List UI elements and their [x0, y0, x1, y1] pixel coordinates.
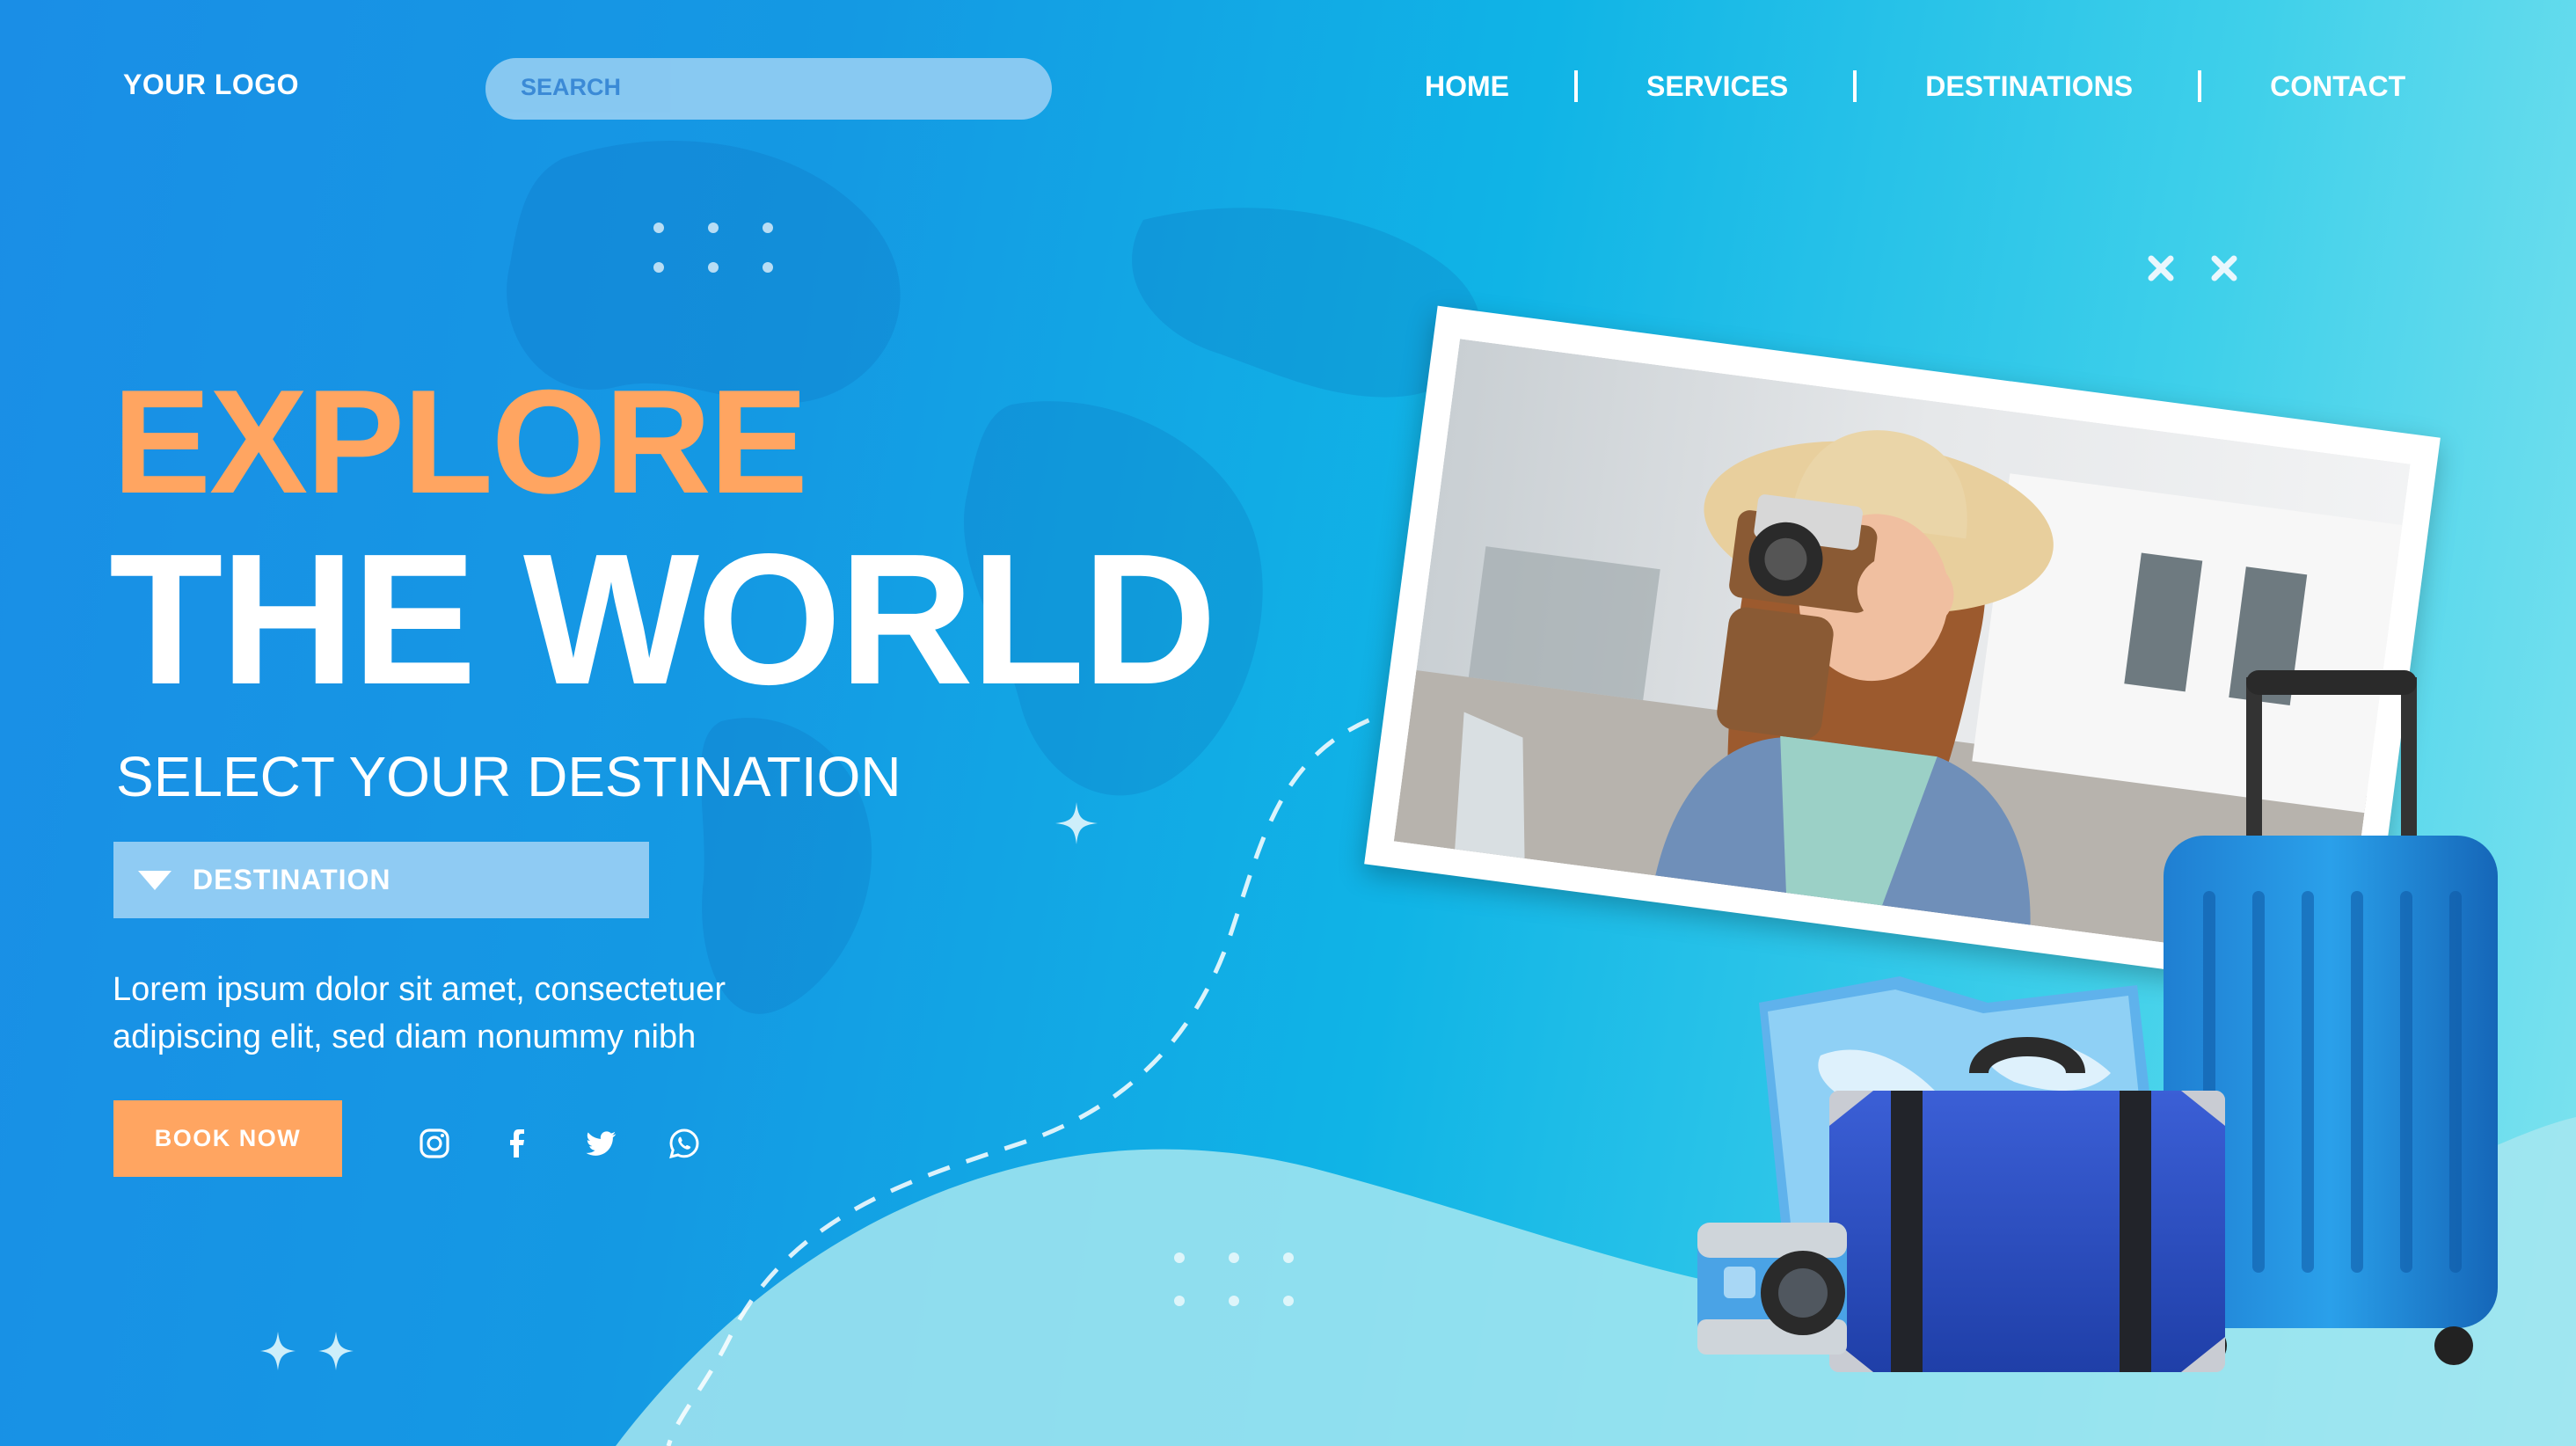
- search-input[interactable]: SEARCH: [485, 58, 1052, 120]
- nav-destinations[interactable]: DESTINATIONS: [1925, 70, 2133, 103]
- facebook-icon[interactable]: [501, 1128, 533, 1159]
- hero-title-line2: THE WORLD: [109, 515, 1217, 723]
- sparkle-icon: [1055, 802, 1098, 844]
- landing-page: YOUR LOGO SEARCH HOME SERVICES DESTINATI…: [0, 0, 2576, 1446]
- whatsapp-icon[interactable]: [668, 1128, 700, 1159]
- hero-description-line1: Lorem ipsum dolor sit amet, consectetuer: [113, 971, 726, 1008]
- main-nav: HOME SERVICES DESTINATIONS CONTACT: [1425, 69, 2405, 104]
- instagram-icon[interactable]: [419, 1128, 450, 1159]
- destination-dropdown[interactable]: DESTINATION: [113, 842, 649, 918]
- decor-dot: [708, 262, 719, 273]
- hero-description-line2: adipiscing elit, sed diam nonummy nibh: [113, 1019, 697, 1055]
- sparkle-pair-icon: [260, 1332, 354, 1370]
- decor-dot: [1283, 1296, 1294, 1306]
- decor-dot: [653, 262, 664, 273]
- decor-dot: [1229, 1296, 1239, 1306]
- nav-divider: [1574, 70, 1578, 102]
- decor-dot: [653, 223, 664, 233]
- decor-dot: [1229, 1252, 1239, 1263]
- decor-dot: [708, 223, 719, 233]
- twitter-icon[interactable]: [586, 1128, 617, 1159]
- decor-dot: [1174, 1296, 1185, 1306]
- book-now-button[interactable]: BOOK NOW: [113, 1100, 342, 1177]
- destination-dropdown-label: DESTINATION: [193, 864, 391, 895]
- caret-down-icon: [138, 870, 171, 890]
- decor-dot: [763, 223, 773, 233]
- nav-contact[interactable]: CONTACT: [2270, 70, 2405, 103]
- decor-dot: [1174, 1252, 1185, 1263]
- luggage-illustration: [1697, 670, 2498, 1372]
- decor-x-icons: [2148, 255, 2237, 281]
- nav-services[interactable]: SERVICES: [1646, 70, 1788, 103]
- logo[interactable]: YOUR LOGO: [123, 69, 299, 101]
- hero-subtitle: SELECT YOUR DESTINATION: [116, 745, 901, 808]
- nav-divider: [2198, 70, 2202, 102]
- decor-dot: [763, 262, 773, 273]
- hero-description: Lorem ipsum dolor sit amet, consectetuer…: [113, 966, 869, 1061]
- decor-dot: [1283, 1252, 1294, 1263]
- nav-divider: [1853, 70, 1857, 102]
- hero-title-line1: EXPLORE: [113, 359, 808, 524]
- search-placeholder: SEARCH: [521, 74, 622, 100]
- nav-home[interactable]: HOME: [1425, 70, 1509, 103]
